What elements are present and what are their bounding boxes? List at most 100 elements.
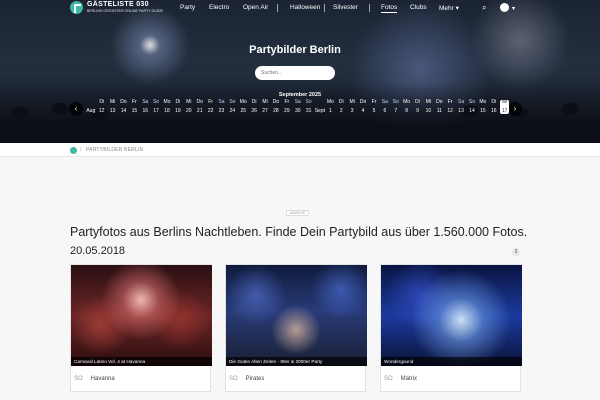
calendar-day[interactable]: Sa 30 xyxy=(293,100,303,114)
nav-fotos[interactable]: Fotos xyxy=(381,4,398,13)
calendar-day[interactable]: Mo 25 xyxy=(238,100,248,114)
calendar-date: 15 xyxy=(131,108,138,114)
venue-link[interactable]: Matrix xyxy=(401,376,417,382)
nav-mehr[interactable]: Mehr ▾ xyxy=(439,4,459,12)
calendar-date: 20 xyxy=(186,108,192,114)
search-input[interactable] xyxy=(255,66,335,80)
nav-open-air[interactable]: Open Air xyxy=(243,4,268,11)
nav-mehr-label: Mehr xyxy=(439,5,454,12)
calendar-day[interactable]: Mi 20 xyxy=(184,100,194,114)
photo-thumbnail[interactable]: Die Guten Alten Zeiten - 90er & 2000er P… xyxy=(226,265,367,366)
calendar-date: 27 xyxy=(262,108,268,114)
calendar-day[interactable]: Di 19 xyxy=(173,100,183,114)
calendar-date: 30 xyxy=(294,108,301,114)
search-icon[interactable]: ⌕ xyxy=(482,3,486,13)
calendar-date: 16 xyxy=(142,108,149,114)
calendar-day[interactable]: Sept xyxy=(315,100,325,114)
calendar-day[interactable]: Aug xyxy=(86,100,96,114)
calendar-day[interactable]: Do 4 xyxy=(358,100,368,114)
nav-party[interactable]: Party xyxy=(180,4,195,11)
calendar-day[interactable]: Mi 10 xyxy=(424,100,434,114)
calendar-day[interactable]: Mi 17 xyxy=(499,100,510,114)
calendar-day[interactable]: Mo 15 xyxy=(478,100,488,114)
calendar-day[interactable]: So 31 xyxy=(304,100,314,114)
calendar-date: 24 xyxy=(229,108,236,114)
calendar-weekday: Di xyxy=(175,99,181,105)
calendar-day[interactable]: Mi 27 xyxy=(260,100,270,114)
nav-clubs[interactable]: Clubs xyxy=(410,4,427,11)
calendar-date: 14 xyxy=(469,108,475,114)
calendar-day[interactable]: Sa 16 xyxy=(140,100,150,114)
gallery-count-badge: 3 xyxy=(512,248,520,256)
calendar-day[interactable]: Do 21 xyxy=(195,100,205,114)
calendar-day[interactable]: Mi 3 xyxy=(347,100,357,114)
photo-card[interactable]: Die Guten Alten Zeiten - 90er & 2000er P… xyxy=(225,264,367,392)
nav-electro[interactable]: Electro xyxy=(209,4,229,11)
calendar-weekday: Fr xyxy=(371,99,377,105)
chevron-down-icon[interactable]: ▾ xyxy=(512,5,515,12)
calendar-day[interactable]: Sa 23 xyxy=(217,100,227,114)
breadcrumb-current[interactable]: PARTYBILDER BERLIN xyxy=(86,147,143,153)
chevron-right-icon[interactable]: › xyxy=(508,102,522,116)
calendar-day[interactable]: Di 16 xyxy=(489,100,499,114)
calendar-weekday: Sa xyxy=(294,99,301,105)
home-icon[interactable] xyxy=(70,147,77,154)
nav-silvester[interactable]: Silvester xyxy=(333,4,358,11)
calendar-day[interactable]: So 7 xyxy=(391,100,401,114)
calendar-day[interactable]: Sa 6 xyxy=(380,100,390,114)
calendar-day[interactable]: Do 11 xyxy=(435,100,445,114)
calendar-date: 13 xyxy=(458,108,464,114)
nav-halloween[interactable]: Halloween xyxy=(290,4,320,11)
calendar-weekday: Sa xyxy=(458,99,465,105)
user-icon[interactable] xyxy=(500,3,509,12)
photo-card[interactable]: Wondergound SO Matrix xyxy=(380,264,522,392)
calendar-day[interactable]: Sa 13 xyxy=(456,100,466,114)
calendar-weekday xyxy=(86,100,96,108)
calendar-day[interactable]: Fr 22 xyxy=(206,100,216,114)
calendar-day[interactable]: Fr 12 xyxy=(445,100,455,114)
calendar-day[interactable]: Fr 29 xyxy=(282,100,292,114)
calendar-day[interactable]: Do 14 xyxy=(119,100,129,114)
calendar-date: 12 xyxy=(98,108,105,114)
calendar-day[interactable]: Fr 5 xyxy=(369,100,379,114)
photo-thumbnail[interactable]: Wondergound xyxy=(381,265,522,366)
weekday-label: SO xyxy=(384,376,393,382)
photo-thumbnail[interactable]: Carnaval Latino Vol. 4 at Havanna xyxy=(71,265,212,366)
calendar-weekday: So xyxy=(153,99,160,105)
calendar-date: 14 xyxy=(120,108,127,114)
calendar-weekday: Do xyxy=(436,99,443,105)
calendar-date: 22 xyxy=(207,108,214,114)
calendar-weekday: Do xyxy=(196,99,203,105)
ad-label: ANZEIGE xyxy=(286,210,310,216)
calendar-date: 13 xyxy=(109,108,116,114)
calendar-date: 3 xyxy=(350,108,354,114)
calendar-date: 5 xyxy=(372,108,376,114)
calendar-day[interactable]: Di 26 xyxy=(249,100,259,114)
calendar-weekday: So xyxy=(392,99,399,105)
calendar-day[interactable]: Di 2 xyxy=(336,100,346,114)
calendar-weekday: Mo xyxy=(403,99,411,105)
calendar-weekday: Mo xyxy=(163,99,171,105)
calendar-day[interactable]: Mi 13 xyxy=(108,100,118,114)
photo-card[interactable]: Carnaval Latino Vol. 4 at Havanna SO Hav… xyxy=(70,264,212,392)
calendar-day[interactable]: So 24 xyxy=(228,100,238,114)
calendar-day[interactable]: Fr 15 xyxy=(130,100,140,114)
calendar-day[interactable]: So 14 xyxy=(467,100,477,114)
calendar-date: 11 xyxy=(436,108,442,114)
chevron-left-icon[interactable]: ‹ xyxy=(69,102,83,116)
calendar-weekday: Do xyxy=(359,99,367,105)
calendar-day[interactable]: Mo 1 xyxy=(326,100,336,114)
calendar-date: Sept xyxy=(314,108,325,114)
calendar-day[interactable]: So 17 xyxy=(151,100,161,114)
calendar-day[interactable]: Mo 8 xyxy=(402,100,412,114)
calendar-day[interactable]: Di 12 xyxy=(97,100,107,114)
calendar-day[interactable]: Mo 18 xyxy=(162,100,172,114)
venue-link[interactable]: Pirates xyxy=(246,376,265,382)
gallery-date: 20.05.2018 xyxy=(70,245,126,257)
calendar-day[interactable]: Do 28 xyxy=(271,100,281,114)
calendar-weekday: Mi xyxy=(349,99,355,105)
calendar-day[interactable]: Di 9 xyxy=(413,100,423,114)
venue-link[interactable]: Havanna xyxy=(91,376,115,382)
site-logo[interactable]: GÄSTELISTE 030 BERLINS GRÖSSTER ONLINE P… xyxy=(70,1,163,14)
logo-icon xyxy=(70,1,83,14)
